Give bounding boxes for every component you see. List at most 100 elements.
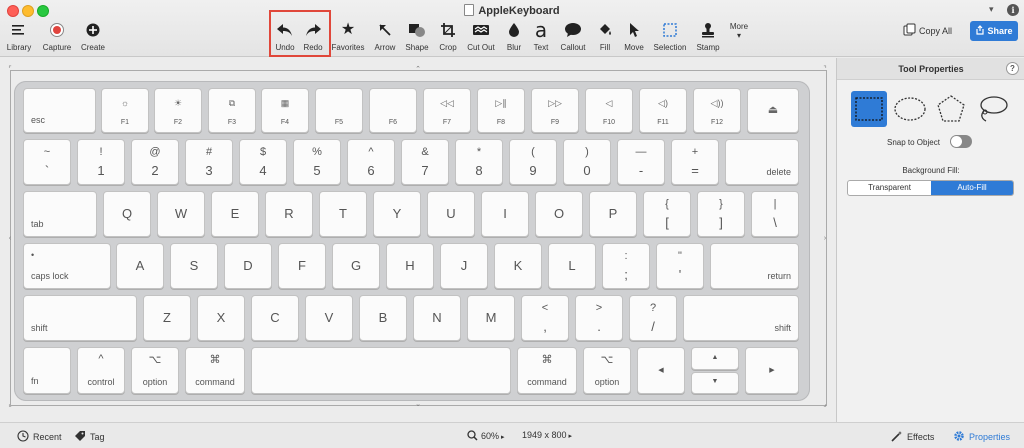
key-close-bracket: }] — [697, 191, 745, 237]
launchpad-icon: ▦ — [280, 98, 290, 108]
dashed-pentagon-icon — [937, 95, 965, 122]
copy-all-button[interactable]: Copy All — [903, 22, 952, 40]
blur-tool-button[interactable]: Blur — [502, 20, 526, 56]
key-l: L — [548, 243, 596, 289]
key-control: ^ control — [77, 347, 125, 394]
create-button[interactable]: Create — [78, 20, 108, 56]
resize-handle[interactable]: ⌃ — [415, 66, 421, 73]
volume-down-icon: ◁) — [658, 98, 668, 108]
key-1: ! 1 — [77, 139, 125, 185]
resize-handle[interactable]: ⌜ — [7, 66, 13, 73]
stamp-icon — [694, 20, 722, 40]
key-w: W — [157, 191, 205, 237]
callout-tool-button[interactable]: Callout — [557, 20, 589, 56]
key-o: O — [535, 191, 583, 237]
chevron-icon: ▸ — [566, 433, 573, 440]
tool-properties-panel: Tool Properties ? Snap to Object Backgro… — [836, 58, 1024, 422]
key-shift-right: shift — [683, 295, 799, 341]
cutout-icon — [465, 20, 497, 40]
move-tool-button[interactable]: Move — [621, 20, 647, 56]
share-button[interactable]: Share — [970, 21, 1018, 41]
resize-handle[interactable]: ⌟ — [822, 401, 828, 408]
key-b: B — [359, 295, 407, 341]
favorites-button[interactable]: ★ Favorites — [331, 20, 365, 56]
resize-handle[interactable]: ‹ — [7, 235, 13, 242]
fill-tool-button[interactable]: Fill — [594, 20, 616, 56]
mission-control-icon: ⧉ — [228, 98, 236, 108]
ellipse-selection-option[interactable] — [892, 91, 928, 127]
arrow-left-icon: ◀ — [658, 366, 664, 374]
key-d: D — [224, 243, 272, 289]
key-arrow-up: ▲ — [691, 347, 739, 370]
help-button[interactable]: ? — [1006, 62, 1019, 75]
resize-handle[interactable]: ⌝ — [822, 66, 828, 73]
chevron-down-icon: ▾ — [736, 31, 741, 40]
key-0: ) 0 — [563, 139, 611, 185]
arrow-tool-button[interactable]: Arrow — [371, 20, 399, 56]
zoom-control[interactable]: 60% ▸ — [467, 430, 504, 441]
key-g: G — [332, 243, 380, 289]
shape-tool-button[interactable]: Shape — [403, 20, 431, 56]
key-a: A — [116, 243, 164, 289]
tag-button[interactable]: Tag — [74, 430, 105, 442]
window-title: AppleKeyboard — [0, 4, 1024, 17]
image-dimensions[interactable]: 1949 x 800 ▸ — [522, 430, 572, 440]
key-r: R — [265, 191, 313, 237]
polygon-selection-option[interactable] — [933, 91, 969, 127]
library-button[interactable]: Library — [3, 20, 35, 56]
stamp-tool-button[interactable]: Stamp — [694, 20, 722, 56]
snap-to-object-label: Snap to Object — [887, 138, 940, 147]
tag-icon — [75, 431, 85, 441]
properties-button[interactable]: Properties — [953, 430, 1010, 442]
selection-icon — [651, 20, 689, 40]
crop-icon — [436, 20, 460, 40]
rectangle-selection-option[interactable] — [851, 91, 887, 127]
eject-icon: ⏏ — [767, 104, 779, 116]
key-7: & 7 — [401, 139, 449, 185]
key-h: H — [386, 243, 434, 289]
transparent-option[interactable]: Transparent — [848, 181, 931, 195]
key-eject: ⏏ — [747, 88, 799, 133]
auto-fill-option[interactable]: Auto-Fill — [931, 181, 1013, 195]
key-f11: ◁) F11 — [639, 88, 687, 133]
key-arrow-right: ▶ — [745, 347, 799, 394]
key-backslash: | \ — [751, 191, 799, 237]
cutout-tool-button[interactable]: Cut Out — [465, 20, 497, 56]
capture-button[interactable]: Capture — [40, 20, 74, 56]
key-m: M — [467, 295, 515, 341]
rewind-icon: ◁◁ — [440, 98, 454, 108]
chevron-icon: ▸ — [499, 434, 505, 441]
arrow-down-icon: ▼ — [711, 378, 719, 385]
info-icon[interactable]: i — [1007, 4, 1019, 16]
magic-wand-icon — [891, 431, 902, 442]
recent-button[interactable]: Recent — [17, 430, 62, 442]
selection-tool-button[interactable]: Selection — [651, 20, 689, 56]
key-9: (9 — [509, 139, 557, 185]
paint-bucket-icon — [594, 20, 616, 40]
resize-handle[interactable]: ⌞ — [7, 401, 13, 408]
key-t: T — [319, 191, 367, 237]
key-f7: ◁◁ F7 — [423, 88, 471, 133]
key-e: E — [211, 191, 259, 237]
key-shift-left: shift — [23, 295, 137, 341]
status-bar: Recent Tag 60% ▸ 1949 x 800 ▸ Effects Pr… — [0, 422, 1024, 448]
crop-tool-button[interactable]: Crop — [436, 20, 460, 56]
brightness-up-icon: ☀ — [173, 98, 183, 108]
sidebar-icon — [3, 20, 35, 40]
effects-button[interactable]: Effects — [891, 430, 934, 442]
lasso-selection-option[interactable] — [974, 91, 1010, 127]
brightness-down-icon: ☼ — [120, 98, 130, 108]
key-3: #3 — [185, 139, 233, 185]
magnifier-icon — [467, 430, 478, 441]
snap-to-object-toggle[interactable] — [950, 135, 972, 148]
text-tool-button[interactable]: a Text — [530, 20, 552, 56]
more-button[interactable]: More ▾ — [725, 22, 753, 58]
key-f12: ◁)) F12 — [693, 88, 741, 133]
cursor-icon — [621, 20, 647, 40]
key-s: S — [170, 243, 218, 289]
resize-handle[interactable]: ⌄ — [415, 401, 421, 408]
arrow-up-icon: ▲ — [711, 353, 719, 361]
resize-handle[interactable]: › — [822, 235, 828, 242]
chevron-down-icon[interactable]: ▾ — [989, 4, 994, 15]
key-return: return — [710, 243, 799, 289]
